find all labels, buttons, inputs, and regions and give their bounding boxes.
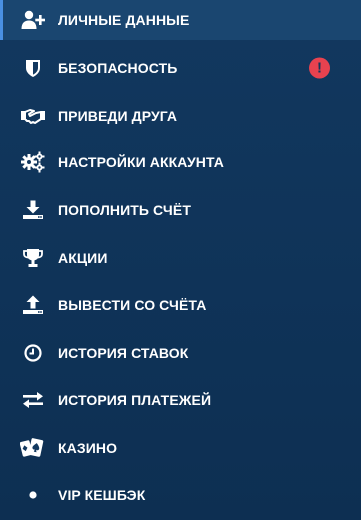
handshake-icon	[20, 103, 46, 129]
menu-item-casino[interactable]: КАЗИНО	[0, 428, 361, 468]
menu-item-account-settings[interactable]: НАСТРОЙКИ АККАУНТА	[0, 142, 361, 182]
menu-item-label: ЛИЧНЫЕ ДАННЫЕ	[58, 12, 190, 28]
trophy-icon	[20, 245, 46, 271]
bullet-dot-icon	[20, 482, 46, 508]
warning-badge: !	[309, 57, 330, 79]
menu-item-label: ПОПОЛНИТЬ СЧЁТ	[58, 202, 191, 218]
add-user-icon	[20, 7, 46, 33]
menu-item-label: ИСТОРИЯ ПЛАТЕЖЕЙ	[58, 392, 212, 408]
menu-item-deposit[interactable]: ПОПОЛНИТЬ СЧЁТ	[0, 190, 361, 230]
menu-item-label: ВЫВЕСТИ СО СЧЁТА	[58, 297, 207, 313]
menu-item-label: АКЦИИ	[58, 250, 108, 266]
shield-icon	[20, 55, 46, 81]
menu-item-withdraw[interactable]: ВЫВЕСТИ СО СЧЁТА	[0, 285, 361, 325]
account-side-menu: ЛИЧНЫЕ ДАННЫЕ БЕЗОПАСНОСТЬ ! ПРИВЕДИ ДРУ…	[0, 0, 361, 520]
menu-item-label: ИСТОРИЯ СТАВОК	[58, 345, 189, 361]
menu-item-vip-cashback[interactable]: VIP КЕШБЭК	[0, 475, 361, 515]
menu-item-personal-data[interactable]: ЛИЧНЫЕ ДАННЫЕ	[0, 0, 361, 40]
gears-icon	[20, 149, 46, 175]
active-indicator	[0, 0, 3, 40]
menu-item-label: БЕЗОПАСНОСТЬ	[58, 60, 178, 76]
upload-tray-icon	[20, 292, 46, 318]
menu-item-bet-history[interactable]: ИСТОРИЯ СТАВОК	[0, 333, 361, 373]
download-tray-icon	[20, 197, 46, 223]
menu-item-label: КАЗИНО	[58, 440, 118, 456]
clock-icon	[20, 340, 46, 366]
playing-cards-icon	[20, 435, 46, 461]
menu-item-label: VIP КЕШБЭК	[58, 487, 146, 503]
menu-item-label: НАСТРОЙКИ АККАУНТА	[58, 154, 224, 170]
menu-item-payment-history[interactable]: ИСТОРИЯ ПЛАТЕЖЕЙ	[0, 380, 361, 420]
menu-item-promotions[interactable]: АКЦИИ	[0, 238, 361, 278]
menu-item-security[interactable]: БЕЗОПАСНОСТЬ !	[0, 48, 361, 88]
menu-item-refer-friend[interactable]: ПРИВЕДИ ДРУГА	[0, 96, 361, 136]
menu-item-label: ПРИВЕДИ ДРУГА	[58, 108, 178, 124]
exchange-arrows-icon	[20, 387, 46, 413]
